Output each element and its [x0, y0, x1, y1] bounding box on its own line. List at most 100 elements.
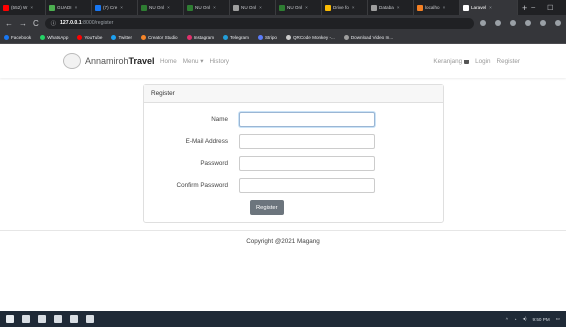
extension-icon[interactable] [540, 20, 546, 26]
tab-close-icon[interactable]: × [259, 5, 262, 10]
tab-favicon-icon [417, 4, 423, 11]
email-field[interactable] [239, 134, 375, 149]
bookmark-item[interactable]: Facebook [4, 34, 31, 40]
bookmark-item[interactable]: QRCode Monkey -... [285, 34, 335, 40]
extension-icon[interactable] [510, 20, 516, 26]
tab-label: Databa [379, 5, 394, 10]
confirm-password-row: Confirm Password [144, 178, 445, 193]
site-info-icon[interactable]: ⓘ [51, 20, 56, 27]
tab-favicon-icon [49, 4, 55, 11]
browser-tab[interactable]: NU Onl × [138, 0, 184, 15]
browser-tab[interactable]: NU Onl × [230, 0, 276, 15]
bookmark-favicon-icon [140, 34, 146, 40]
tab-close-icon[interactable]: × [397, 5, 400, 10]
browser-tab[interactable]: Databa × [368, 0, 414, 15]
footer-divider [0, 230, 566, 231]
bookmark-label: Telegram [230, 34, 249, 40]
reload-icon[interactable]: C [33, 19, 39, 28]
bookmark-label: YouTube [84, 34, 103, 40]
nav-register[interactable]: Register [497, 58, 520, 65]
tab-label: localho [425, 5, 440, 10]
site-navbar: AnnamirohTravel Home Menu ▾ History Kera… [0, 44, 566, 78]
nav-cart[interactable]: Keranjang [433, 58, 470, 65]
minimize-icon[interactable]: – [531, 4, 535, 12]
tab-favicon-icon [95, 4, 101, 11]
confirm-password-field[interactable] [239, 178, 375, 193]
forward-icon[interactable]: → [19, 19, 27, 28]
bookmark-item[interactable]: Instagram [186, 34, 215, 40]
name-row: Name [144, 112, 445, 127]
browser-tab[interactable]: (7) Cre × [92, 0, 138, 15]
tab-close-icon[interactable]: × [305, 5, 308, 10]
name-field[interactable] [239, 112, 375, 127]
file-explorer-icon[interactable] [38, 315, 46, 323]
tab-label: Drive fo [333, 5, 349, 10]
bookmark-favicon-icon [186, 34, 192, 40]
nav-home[interactable]: Home [160, 58, 177, 65]
chrome-icon[interactable] [54, 315, 62, 323]
bookmark-favicon-icon [223, 34, 229, 40]
confirm-password-label: Confirm Password [176, 182, 228, 189]
bookmark-item[interactable]: Twitter [111, 34, 132, 40]
notification-icon[interactable]: ▭ [556, 316, 560, 322]
bookmark-item[interactable]: Creator Studio [140, 34, 178, 40]
wifi-icon[interactable]: ◔ [514, 317, 517, 322]
tab-close-icon[interactable]: × [30, 5, 33, 10]
browser-tab[interactable]: localho × [414, 0, 460, 15]
tab-label: NU Onl [287, 5, 303, 10]
tab-favicon-icon [187, 4, 193, 11]
browser-tab[interactable]: NU Onl × [184, 0, 230, 15]
tab-label: (7) Cre [103, 5, 118, 10]
bookmark-item[interactable]: YouTube [77, 34, 103, 40]
bookmark-favicon-icon [77, 34, 83, 40]
browser-tab[interactable]: Drive fo × [322, 0, 368, 15]
bookmark-favicon-icon [111, 34, 117, 40]
windows-start-icon[interactable] [6, 315, 14, 323]
bookmark-item[interactable]: Download Video In... [343, 34, 393, 40]
bookmark-item[interactable]: Stripo [257, 34, 277, 40]
browser-tab[interactable]: (552) W × [0, 0, 46, 15]
tab-close-icon[interactable]: × [489, 5, 492, 10]
register-card: Register Name E-Mail Address Password Co… [143, 84, 444, 223]
nav-login[interactable]: Login [475, 58, 490, 65]
register-button[interactable]: Register [250, 200, 284, 215]
profile-avatar[interactable] [555, 20, 561, 26]
tab-list: (552) W × GUADI × (7) Cre × NU Onl × NU Onl × NU O… [0, 0, 518, 15]
tab-close-icon[interactable]: × [213, 5, 216, 10]
extension-icon[interactable] [525, 20, 531, 26]
tab-label: GUADI [57, 5, 72, 10]
brand[interactable]: AnnamirohTravel [63, 53, 155, 69]
search-icon[interactable] [22, 315, 30, 323]
name-label: Name [211, 116, 228, 123]
password-field[interactable] [239, 156, 375, 171]
bookmark-item[interactable]: Telegram [223, 34, 249, 40]
maximize-icon[interactable]: ☐ [547, 4, 553, 12]
browser-tab[interactable]: Laravel × [460, 0, 518, 15]
extension-icon[interactable] [495, 20, 501, 26]
clock[interactable]: 9:50 PM [533, 317, 550, 322]
vscode-icon[interactable] [70, 315, 78, 323]
url-field[interactable]: ⓘ 127.0.0.1:8000/register [44, 17, 474, 29]
bookmark-favicon-icon [4, 34, 9, 40]
bookmark-item[interactable]: WhatsApp [40, 34, 68, 40]
tab-favicon-icon [279, 4, 285, 11]
nav-menu-dropdown[interactable]: Menu ▾ [183, 58, 204, 65]
bookmark-label: Instagram [193, 34, 215, 40]
tab-close-icon[interactable]: × [443, 5, 446, 10]
tab-favicon-icon [463, 4, 469, 11]
bookmark-favicon-icon [257, 34, 263, 40]
tab-close-icon[interactable]: × [167, 5, 170, 10]
volume-icon[interactable]: ◂) [523, 316, 527, 322]
tab-close-icon[interactable]: × [75, 5, 78, 10]
window-controls: – ☐ ✕ [531, 4, 566, 12]
app-icon[interactable] [86, 315, 94, 323]
tab-close-icon[interactable]: × [120, 5, 123, 10]
nav-history[interactable]: History [209, 58, 229, 65]
extension-icon[interactable] [480, 20, 486, 26]
tray-chevron-icon[interactable]: ^ [506, 317, 508, 322]
tab-close-icon[interactable]: × [352, 5, 355, 10]
browser-tab[interactable]: GUADI × [46, 0, 92, 15]
back-icon[interactable]: ← [5, 19, 13, 28]
new-tab-button[interactable]: + [518, 3, 531, 13]
browser-tab[interactable]: NU Onl × [276, 0, 322, 15]
